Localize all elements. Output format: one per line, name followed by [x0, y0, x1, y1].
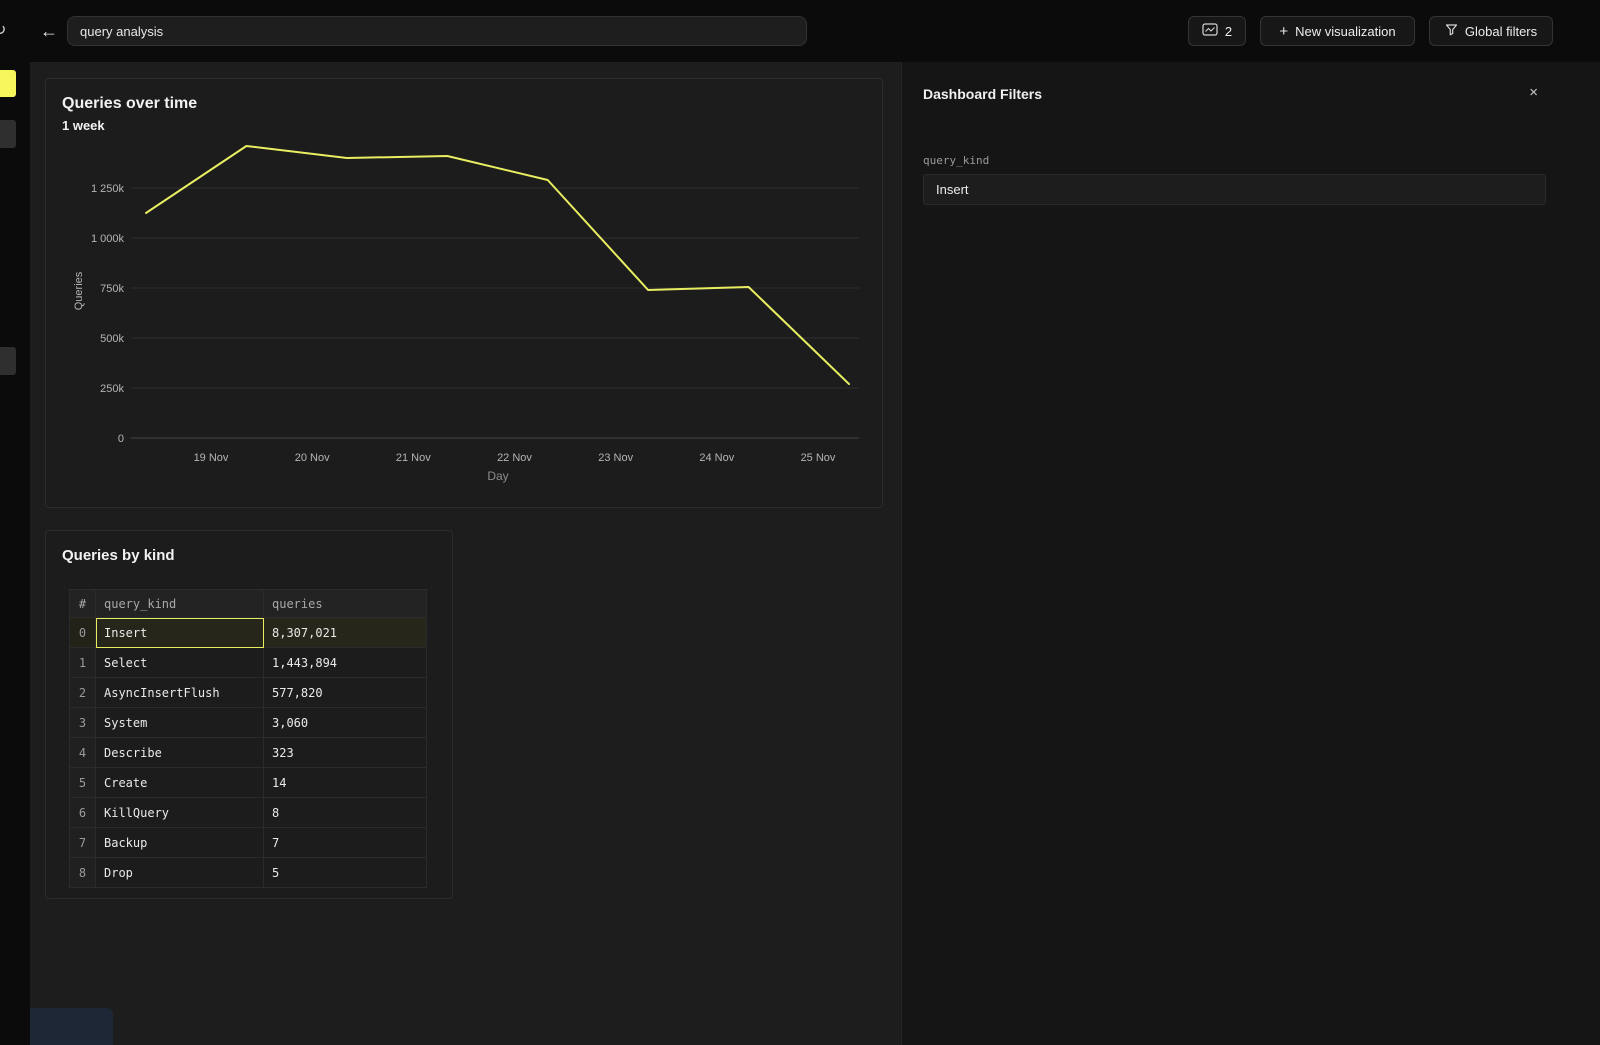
chart-card: Queries over time 1 week Queries 0 250k 50…	[45, 78, 883, 508]
queries-cell[interactable]: 577,820	[264, 678, 427, 708]
query-kind-filter-input[interactable]: Insert	[923, 174, 1546, 205]
queries-cell[interactable]: 14	[264, 768, 427, 798]
table-row[interactable]: 5Create14	[70, 768, 427, 798]
row-index: 2	[70, 678, 96, 708]
row-index: 1	[70, 648, 96, 678]
svg-text:Day: Day	[487, 469, 508, 483]
col-header-query-kind[interactable]: query_kind	[96, 590, 264, 618]
queries-cell[interactable]: 8	[264, 798, 427, 828]
query-kind-filter-value: Insert	[936, 182, 969, 197]
svg-text:19 Nov: 19 Nov	[194, 452, 229, 464]
query-kind-cell[interactable]: KillQuery	[96, 798, 264, 828]
col-header-index: #	[70, 590, 96, 618]
filters-panel-title: Dashboard Filters	[923, 86, 1042, 102]
svg-text:21 Nov: 21 Nov	[396, 452, 431, 464]
query-kind-cell[interactable]: System	[96, 708, 264, 738]
app-root: ↻ ← query analysis 2 + New visualization…	[0, 0, 1600, 1045]
query-kind-cell[interactable]: Describe	[96, 738, 264, 768]
queries-cell[interactable]: 3,060	[264, 708, 427, 738]
svg-text:0: 0	[118, 433, 124, 445]
query-kind-cell[interactable]: Create	[96, 768, 264, 798]
row-index: 5	[70, 768, 96, 798]
dashboard-title-text: query analysis	[80, 24, 163, 39]
query-kind-cell[interactable]: Select	[96, 648, 264, 678]
new-visualization-label: New visualization	[1295, 24, 1395, 39]
table-row[interactable]: 6KillQuery8	[70, 798, 427, 828]
table-row[interactable]: 1Select1,443,894	[70, 648, 427, 678]
row-index: 8	[70, 858, 96, 888]
queries-table: # query_kind queries 0Insert8,307,0211Se…	[69, 589, 427, 888]
query-kind-cell[interactable]: AsyncInsertFlush	[96, 678, 264, 708]
svg-text:24 Nov: 24 Nov	[699, 452, 734, 464]
row-index: 0	[70, 618, 96, 648]
close-icon[interactable]: ×	[1529, 84, 1538, 101]
chart-title: Queries over time	[62, 95, 882, 113]
sidebar-item[interactable]	[0, 120, 16, 148]
table-row[interactable]: 2AsyncInsertFlush577,820	[70, 678, 427, 708]
svg-text:1 250k: 1 250k	[91, 183, 125, 195]
dashboard-title-input[interactable]: query analysis	[67, 16, 807, 46]
col-header-queries[interactable]: queries	[264, 590, 427, 618]
panels-icon	[1202, 23, 1218, 39]
table-title: Queries by kind	[62, 547, 452, 564]
main-content: Queries over time 1 week Queries 0250k50…	[30, 62, 901, 1045]
row-index: 3	[70, 708, 96, 738]
topbar: ↻ ← query analysis 2 + New visualization…	[0, 0, 1600, 62]
panels-count-button[interactable]: 2	[1188, 16, 1246, 46]
table-row[interactable]: 0Insert8,307,021	[70, 618, 427, 648]
queries-table-body: 0Insert8,307,0211Select1,443,8942AsyncIn…	[70, 618, 427, 888]
global-filters-label: Global filters	[1465, 24, 1537, 39]
new-visualization-button[interactable]: + New visualization	[1260, 16, 1415, 46]
query-kind-cell[interactable]: Drop	[96, 858, 264, 888]
sidebar-item-active[interactable]	[0, 70, 16, 97]
funnel-icon	[1445, 23, 1458, 39]
row-index: 4	[70, 738, 96, 768]
queries-cell[interactable]: 5	[264, 858, 427, 888]
svg-text:20 Nov: 20 Nov	[295, 452, 330, 464]
svg-text:23 Nov: 23 Nov	[598, 452, 633, 464]
row-index: 7	[70, 828, 96, 858]
queries-cell[interactable]: 323	[264, 738, 427, 768]
query-kind-filter-label: query_kind	[923, 154, 989, 167]
sidebar-item[interactable]	[0, 347, 16, 375]
query-kind-cell[interactable]: Insert	[96, 618, 264, 648]
table-header-row: # query_kind queries	[70, 590, 427, 618]
svg-text:22 Nov: 22 Nov	[497, 452, 532, 464]
table-row[interactable]: 7Backup7	[70, 828, 427, 858]
table-row[interactable]: 8Drop5	[70, 858, 427, 888]
plus-icon: +	[1279, 24, 1288, 39]
panels-count: 2	[1225, 24, 1232, 39]
row-index: 6	[70, 798, 96, 828]
table-row[interactable]: 4Describe323	[70, 738, 427, 768]
query-kind-cell[interactable]: Backup	[96, 828, 264, 858]
queries-cell[interactable]: 8,307,021	[264, 618, 427, 648]
queries-cell[interactable]: 7	[264, 828, 427, 858]
svg-text:250k: 250k	[100, 383, 124, 395]
global-filters-button[interactable]: Global filters	[1429, 16, 1553, 46]
chart-subtitle: 1 week	[62, 118, 882, 133]
dashboard-filters-panel: Dashboard Filters × query_kind Insert	[901, 62, 1600, 1045]
queries-cell[interactable]: 1,443,894	[264, 648, 427, 678]
svg-text:25 Nov: 25 Nov	[801, 452, 836, 464]
bottom-peek-card[interactable]	[30, 1008, 113, 1045]
svg-text:1 000k: 1 000k	[91, 233, 125, 245]
refresh-icon[interactable]: ↻	[0, 20, 6, 40]
queries-line-chart: 0 250k 500k 750k 1 000k 1 250k 19 Nov 20 Nov 21 …	[86, 139, 876, 489]
back-button[interactable]: ←	[36, 18, 62, 44]
table-row[interactable]: 3System3,060	[70, 708, 427, 738]
svg-text:750k: 750k	[100, 283, 124, 295]
y-axis-label: Queries	[73, 261, 85, 321]
sidebar-rail	[0, 62, 30, 1045]
table-card: Queries by kind # query_kind queries 0In…	[45, 530, 453, 899]
svg-text:500k: 500k	[100, 333, 124, 345]
